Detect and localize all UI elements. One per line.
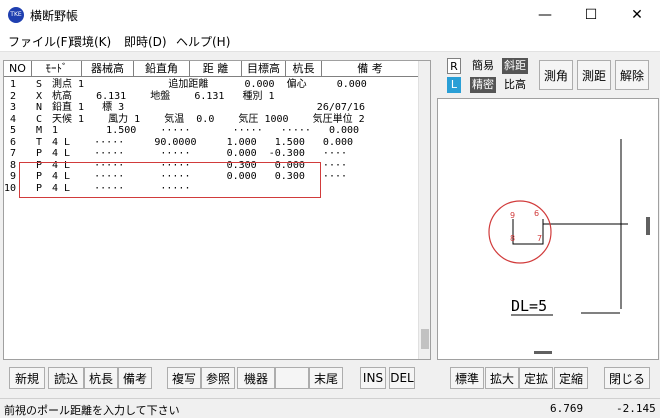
measure-angle-button[interactable]: 測角 (539, 60, 573, 90)
row-content: 4 L ····· 90.0000 1.000 1.500 0.000 (52, 136, 354, 148)
dl-label: DL=5 (511, 297, 547, 315)
row-no: 2 (10, 90, 17, 102)
list-scrollbar-thumb[interactable] (421, 329, 429, 349)
standard-button[interactable]: 標準 (450, 367, 484, 389)
row-mode: M (36, 125, 43, 136)
left-toggle-l[interactable]: L (447, 77, 461, 93)
status-bar: 前視のポール距離を入力して下さい 6.769 -2.145 (0, 398, 660, 418)
table-row[interactable]: 4 C 天候 1 風力 1 気温 0.0 気圧 1000 気圧単位 2 (4, 114, 418, 126)
point-8-label: 8 (510, 234, 515, 243)
mode-precise[interactable]: 精密 (470, 77, 496, 93)
new-button[interactable]: 新規 (9, 367, 45, 389)
row-mode: N (36, 102, 43, 113)
header-no: NO (4, 61, 32, 77)
point-9-label: 9 (510, 211, 515, 220)
list-scrollbar[interactable] (418, 61, 430, 359)
mode-simple[interactable]: 簡易 (470, 58, 496, 74)
cad-scroll-handle-bottom[interactable] (534, 351, 552, 354)
status-message: 前視のポール距離を入力して下さい (4, 404, 180, 417)
row-no: 3 (10, 102, 17, 113)
delete-button[interactable]: DEL (389, 367, 415, 389)
selected-rows-highlight (19, 162, 321, 198)
row-content: 1 1.500 ····· ····· ····· 0.000 (52, 125, 360, 136)
menu-immediate[interactable]: 即時(D) (124, 33, 167, 50)
zoom-in-button[interactable]: 拡大 (485, 367, 519, 389)
window-title: 横断野帳 (30, 9, 79, 23)
row-mode: P (36, 148, 43, 159)
menu-help[interactable]: ヘルプ(H) (176, 33, 230, 50)
status-y-coordinate: -2.145 (616, 402, 656, 415)
row-content: 4 L ····· ····· 0.000 -0.300 ···· (52, 148, 348, 159)
table-row[interactable]: 6 T 4 L ····· 90.0000 1.000 1.500 0.000 (4, 137, 418, 149)
pit-highlight-circle (488, 200, 552, 264)
row-mode: C (36, 113, 43, 125)
cross-section-view[interactable]: 9 6 8 7 DL=5 (437, 98, 659, 360)
row-no: 5 (10, 125, 17, 136)
pile-length-button[interactable]: 杭長 (84, 367, 118, 389)
status-x-coordinate: 6.769 (550, 402, 584, 415)
fixed-zoom-out-button[interactable]: 定縮 (554, 367, 588, 389)
reference-button[interactable]: 参照 (201, 367, 235, 389)
copy-button[interactable]: 複写 (167, 367, 201, 389)
blank-button[interactable] (275, 367, 309, 389)
header-target-height: 目標高 (242, 61, 286, 77)
record-list[interactable]: NO ﾓｰﾄﾞ 器械高 鉛直角 距 離 目標高 杭長 備 考 1 S 測点 1 追加… (3, 60, 431, 360)
row-content: 天候 1 風力 1 気温 0.0 気圧 1000 気圧単位 2 (52, 113, 365, 125)
table-row[interactable]: 7 P 4 L ····· ····· 0.000 -0.300 ···· (4, 148, 418, 160)
header-instrument-height: 器械高 (82, 61, 134, 77)
row-no: 8 (10, 159, 17, 171)
row-no: 10 (4, 182, 17, 194)
remarks-button[interactable]: 備考 (118, 367, 152, 389)
instrument-button[interactable]: 機器 (237, 367, 275, 389)
row-no: 9 (10, 171, 17, 182)
table-row[interactable]: 1 S 測点 1 追加距離 0.000 偏心 0.000 (4, 79, 418, 91)
close-window-button[interactable]: ✕ (614, 0, 660, 30)
fixed-zoom-in-button[interactable]: 定拡 (519, 367, 553, 389)
list-header: NO ﾓｰﾄﾞ 器械高 鉛直角 距 離 目標高 杭長 備 考 (4, 61, 420, 77)
mode-height-difference[interactable]: 比高 (502, 77, 528, 93)
header-distance: 距 離 (190, 61, 242, 77)
table-row[interactable]: 3 N 鉛直 1 標 3 26/07/16 (4, 102, 418, 114)
mode-slope-distance[interactable]: 斜距 (502, 58, 528, 74)
table-row[interactable]: 2 X 杭高 6.131 地盤 6.131 種別 1 (4, 91, 418, 103)
menu-bar: ファイル(F) 環境(K) 即時(D) ヘルプ(H) (0, 30, 660, 52)
header-remarks: 備 考 (357, 62, 383, 75)
release-button[interactable]: 解除 (615, 60, 649, 90)
row-mode: T (36, 136, 43, 148)
measure-distance-button[interactable]: 測距 (577, 60, 611, 90)
table-row[interactable]: 5 M 1 1.500 ····· ····· ····· 0.000 (4, 125, 418, 137)
row-mode: X (36, 90, 43, 102)
maximize-button[interactable]: ☐ (568, 0, 614, 30)
row-no: 4 (10, 113, 17, 125)
point-7-label: 7 (537, 234, 542, 243)
row-no: 6 (10, 136, 17, 148)
row-no: 7 (10, 148, 17, 159)
row-content: 測点 1 追加距離 0.000 偏心 0.000 (52, 79, 367, 90)
app-icon: TKE (8, 7, 24, 23)
cross-section-drawing: 9 6 8 7 DL=5 (488, 139, 650, 354)
row-content: 杭高 6.131 地盤 6.131 種別 1 (52, 90, 275, 102)
title-bar: TKE 横断野帳 — ☐ ✕ (0, 0, 660, 30)
load-button[interactable]: 読込 (48, 367, 84, 389)
menu-file[interactable]: ファイル(F) (8, 33, 72, 50)
header-mode: ﾓｰﾄﾞ (32, 61, 82, 77)
row-content: 鉛直 1 標 3 26/07/16 (52, 102, 365, 113)
close-button[interactable]: 閉じる (604, 367, 650, 389)
cad-scroll-handle[interactable] (646, 217, 650, 235)
header-vertical-angle: 鉛直角 (134, 61, 190, 77)
right-toggle-r[interactable]: R (447, 58, 461, 74)
end-button[interactable]: 末尾 (309, 367, 343, 389)
row-mode: S (36, 79, 43, 90)
row-no: 1 (10, 79, 17, 90)
minimize-button[interactable]: — (522, 0, 568, 30)
header-pile-length: 杭長 (286, 61, 322, 77)
point-6-label: 6 (534, 209, 539, 218)
insert-button[interactable]: INS (360, 367, 386, 389)
menu-environment[interactable]: 環境(K) (70, 33, 111, 50)
